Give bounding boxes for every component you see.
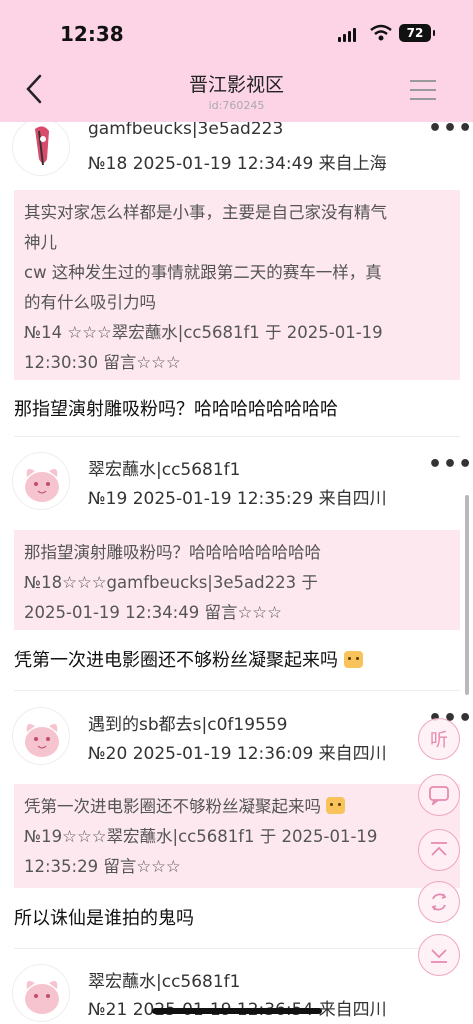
quote-line: 12:30:30 留言☆☆☆	[24, 353, 181, 372]
scroll-top-button[interactable]	[418, 829, 460, 871]
comment-button[interactable]	[418, 774, 460, 816]
reply-text: 所以诛仙是谁拍的鬼吗	[14, 908, 194, 929]
quote-line: №19☆☆☆翠宏蘸水|cc5681f1 于 2025-01-19	[24, 827, 378, 846]
wifi-icon	[370, 24, 392, 41]
page-title: 晋江影视区	[188, 74, 284, 96]
post-meta: №18 2025-01-19 12:34:49 来自上海	[88, 154, 387, 174]
scroll-bottom-button[interactable]	[418, 934, 460, 976]
quoted-message: 那指望演射雕吸粉吗？哈哈哈哈哈哈哈哈 №18☆☆☆gamfbeucks|3e5a…	[14, 530, 460, 630]
post-username[interactable]: gamfbeucks|3e5ad223	[88, 119, 283, 139]
user-avatar[interactable]	[12, 707, 70, 765]
cat-emoji-icon	[326, 797, 346, 814]
scrollbar[interactable]	[465, 495, 469, 695]
cat-emoji-icon	[343, 651, 363, 668]
divider	[14, 690, 460, 691]
post-meta: №20 2025-01-19 12:36:09 来自四川	[88, 744, 387, 764]
divider	[14, 436, 460, 437]
comment-icon	[429, 786, 449, 805]
user-avatar[interactable]	[12, 118, 70, 176]
reply-text-content: 凭第一次进电影圈还不够粉丝凝聚起来吗	[14, 650, 338, 671]
more-options-icon[interactable]: •••	[428, 118, 473, 140]
scroll-top-icon	[431, 842, 447, 856]
more-options-icon[interactable]: •••	[428, 454, 473, 476]
refresh-icon	[431, 893, 447, 911]
reply-text: 那指望演射雕吸粉吗？哈哈哈哈哈哈哈哈	[14, 399, 338, 420]
quote-line: 那指望演射雕吸粉吗？哈哈哈哈哈哈哈哈	[24, 543, 321, 562]
home-indicator[interactable]	[152, 1008, 322, 1014]
refresh-button[interactable]	[418, 881, 460, 923]
divider	[14, 948, 460, 949]
quote-line: 神儿	[24, 233, 57, 252]
top-bar: 12:38 72 晋江影视区 id:760245	[0, 0, 473, 122]
post-username[interactable]: 翠宏蘸水|cc5681f1	[88, 967, 241, 992]
post-username[interactable]: 翠宏蘸水|cc5681f1	[88, 455, 241, 480]
post-feed: gamfbeucks|3e5ad223 ••• №18 2025-01-19 1…	[0, 0, 473, 1024]
post-username[interactable]: 遇到的sb都去s|c0f19559	[88, 710, 287, 735]
page-id: id:760245	[208, 99, 265, 112]
quote-line: 凭第一次进电影圈还不够粉丝凝聚起来吗	[24, 792, 450, 822]
user-avatar[interactable]	[12, 964, 70, 1022]
quote-line: 其实对家怎么样都是小事，主要是自己家没有精气	[24, 203, 387, 222]
user-avatar[interactable]	[12, 452, 70, 510]
status-time: 12:38	[60, 22, 124, 46]
quoted-message: 其实对家怎么样都是小事，主要是自己家没有精气 神儿 cw 这种发生过的事情就跟第…	[14, 190, 460, 380]
quote-line: 的有什么吸引力吗	[24, 293, 156, 312]
scroll-bottom-icon	[431, 949, 447, 963]
menu-icon[interactable]	[410, 80, 436, 102]
listen-button[interactable]: 听	[418, 718, 460, 760]
reply-text: 凭第一次进电影圈还不够粉丝凝聚起来吗	[14, 646, 363, 672]
post-meta: №19 2025-01-19 12:35:29 来自四川	[88, 489, 387, 509]
quote-line: 2025-01-19 12:34:49 留言☆☆☆	[24, 603, 282, 622]
quote-line: №14 ☆☆☆翠宏蘸水|cc5681f1 于 2025-01-19	[24, 323, 383, 342]
quote-line: 12:35:29 留言☆☆☆	[24, 857, 181, 876]
battery-icon: 72	[399, 24, 435, 42]
quoted-message: 凭第一次进电影圈还不够粉丝凝聚起来吗 №19☆☆☆翠宏蘸水|cc5681f1 于…	[14, 784, 460, 888]
quote-line: cw 这种发生过的事情就跟第二天的赛车一样，真	[24, 263, 382, 282]
quote-line: №18☆☆☆gamfbeucks|3e5ad223 于	[24, 573, 318, 592]
quote-line-text: 凭第一次进电影圈还不够粉丝凝聚起来吗	[24, 797, 321, 816]
signal-icon	[338, 28, 356, 42]
